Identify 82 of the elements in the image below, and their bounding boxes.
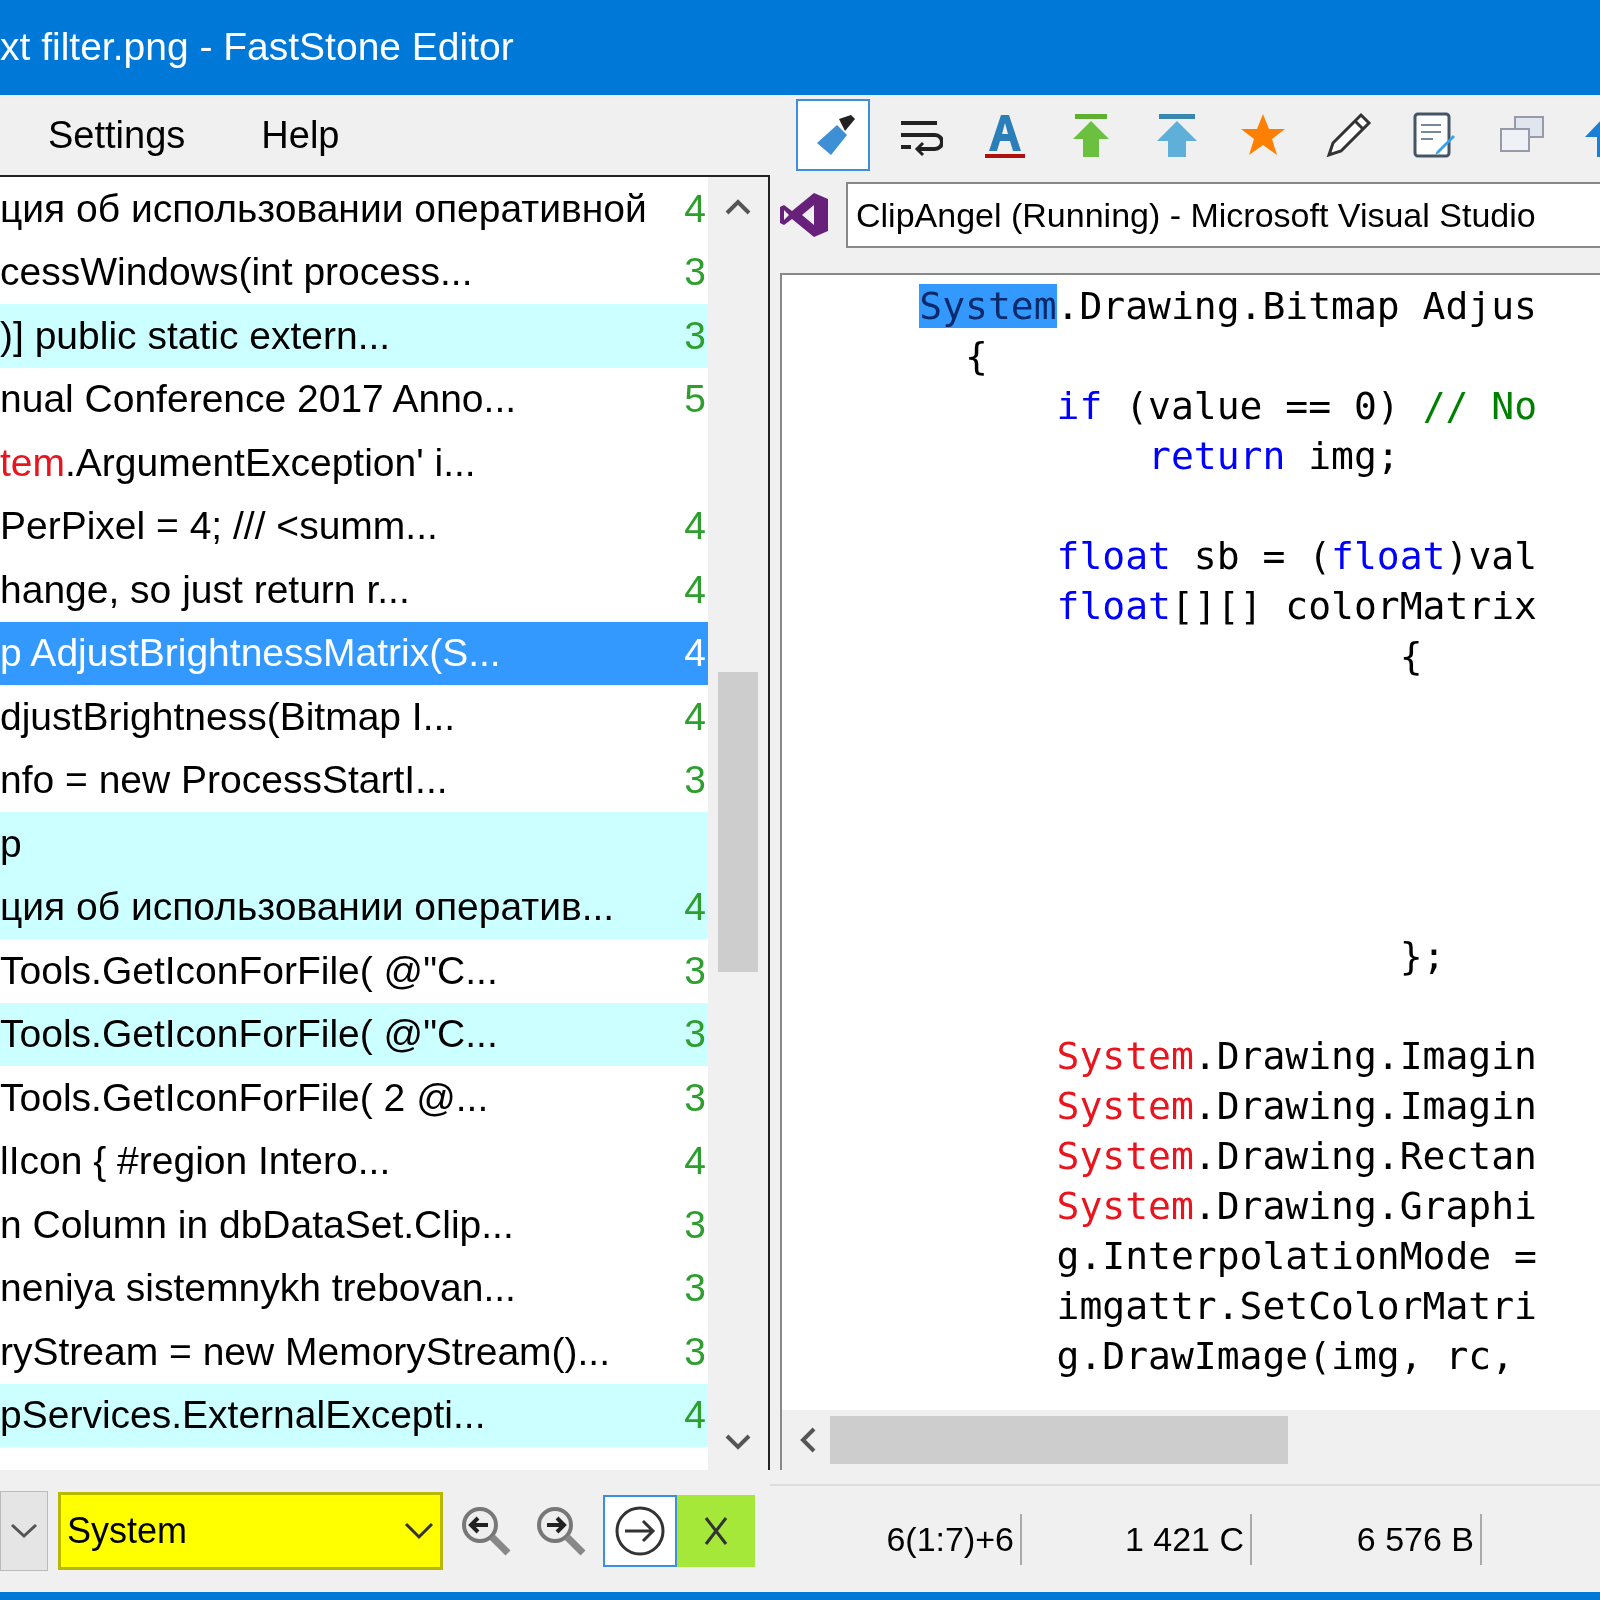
code-line: System.Drawing.Imagin	[1055, 1083, 1538, 1130]
code-line: System.Drawing.Imagin	[1055, 1033, 1538, 1080]
count-label: 5	[684, 376, 706, 422]
code-line: {	[964, 333, 989, 380]
code-line: {	[1398, 633, 1424, 680]
status-field: 6(1:7)+6	[860, 1513, 1022, 1565]
row-text: tem.ArgumentException' i...	[0, 439, 477, 486]
count-label: 3	[684, 1011, 706, 1057]
row-text: pServices.ExternalExcepti...	[0, 1392, 487, 1438]
count-label: 3	[684, 249, 706, 295]
vertical-scrollbar[interactable]	[708, 177, 768, 1470]
row-text: n Column in dbDataSet.Clip...	[0, 1201, 515, 1248]
row-text: hange, so just return r...	[0, 566, 411, 613]
menu-item[interactable]: Help	[243, 106, 358, 164]
code-line: imgattr.SetColorMatri	[1055, 1283, 1538, 1330]
row-text: neniya sistemnykh trebovan...	[0, 1265, 517, 1311]
scroll-left-icon[interactable]	[798, 1426, 818, 1454]
row-text: Tools.GetIconForFile( @"C...	[0, 1011, 499, 1057]
search-field[interactable]: System	[67, 1504, 404, 1558]
list-row[interactable]: pServices.ExternalExcepti... 4	[0, 1383, 708, 1447]
status-field: 6 576 B	[1252, 1513, 1482, 1565]
code-line: float sb = (float)val	[1055, 533, 1538, 580]
count-label: 3	[684, 757, 706, 803]
pencil-icon	[1325, 111, 1373, 159]
scroll-thumb[interactable]	[830, 1416, 1288, 1464]
count-label: 3	[684, 1328, 706, 1375]
count-label: 4	[684, 1392, 706, 1438]
search-combo[interactable]: System	[58, 1492, 443, 1570]
clear-button[interactable]	[677, 1495, 755, 1567]
code-line: float[][] colorMatrix	[1055, 583, 1538, 630]
scroll-thumb[interactable]	[718, 672, 758, 972]
row-text: p	[0, 820, 23, 867]
row-text: p AdjustBrightnessMatrix(S...	[0, 630, 502, 676]
count-label: 3	[684, 1201, 706, 1248]
row-text: nfo = new ProcessStartI...	[0, 757, 449, 803]
code-line: return img;	[1147, 433, 1401, 480]
row-text: ryStream = new MemoryStream()...	[0, 1328, 612, 1375]
code-line: g.InterpolationMode =	[1055, 1233, 1538, 1280]
row-text: ция об использовании оператив...	[0, 884, 616, 930]
count-label: 3	[684, 947, 706, 994]
code-line: System.Drawing.Rectan	[1055, 1133, 1538, 1180]
go-button[interactable]	[603, 1495, 677, 1567]
count-label: 3	[684, 1074, 706, 1121]
row-text: nual Conference 2017 Anno...	[0, 376, 518, 422]
list-row[interactable]: Tools.GetIconForFile( @"C... 3	[0, 1002, 708, 1066]
list-row[interactable]: )] public static extern... 3	[0, 304, 708, 368]
count-label: 3	[684, 312, 706, 359]
row-text: djustBrightness(Bitmap I...	[0, 693, 457, 740]
chevron-down-icon	[404, 1522, 434, 1540]
code-line: };	[1398, 933, 1447, 980]
status-field: 1 421 C	[1022, 1513, 1252, 1565]
count-label: 4	[684, 503, 706, 549]
clip-title-field[interactable]: ClipAngel (Running) - Microsoft Visual Studio	[846, 182, 1600, 248]
row-text: ция об использовании оперативной	[0, 185, 648, 232]
toolbar-button[interactable]	[796, 99, 870, 171]
row-text: Tools.GetIconForFile( @"C...	[0, 947, 499, 994]
list-row[interactable]: ция об использовании оператив... 4	[0, 875, 708, 939]
row-text: )] public static extern...	[0, 312, 392, 359]
list-row[interactable]: p	[0, 812, 708, 876]
scroll-down-icon[interactable]	[724, 1432, 752, 1452]
scroll-up-icon[interactable]	[724, 197, 752, 217]
horizontal-scrollbar[interactable]	[782, 1410, 1600, 1470]
count-label: 4	[684, 884, 706, 930]
count-label: 4	[684, 630, 706, 676]
dropdown[interactable]	[0, 1491, 48, 1571]
count-label: 4	[684, 693, 706, 740]
count-label: 4	[684, 566, 706, 613]
row-text: cessWindows(int process...	[0, 249, 474, 295]
code-line: g.DrawImage(img, rc,	[1055, 1333, 1516, 1380]
count-label: 4	[684, 185, 706, 232]
window-title: xt filter.png - FastStone Editor	[0, 24, 514, 71]
count-label: 4	[684, 1138, 706, 1184]
code-line: System.Drawing.Graphi	[1055, 1183, 1538, 1230]
chevron-down-icon	[10, 1523, 38, 1539]
row-text: PerPixel = 4; /// <summ...	[0, 503, 439, 549]
count-label: 3	[684, 1265, 706, 1311]
x-icon	[703, 1515, 729, 1547]
code-line: System.Drawing.Bitmap Adjus	[918, 283, 1538, 330]
menu-item[interactable]: Settings	[30, 106, 204, 164]
code-line: if (value == 0) // No	[1055, 383, 1538, 430]
row-text: lIcon { #region Intero...	[0, 1138, 392, 1184]
row-text: Tools.GetIconForFile( 2 @...	[0, 1074, 490, 1121]
